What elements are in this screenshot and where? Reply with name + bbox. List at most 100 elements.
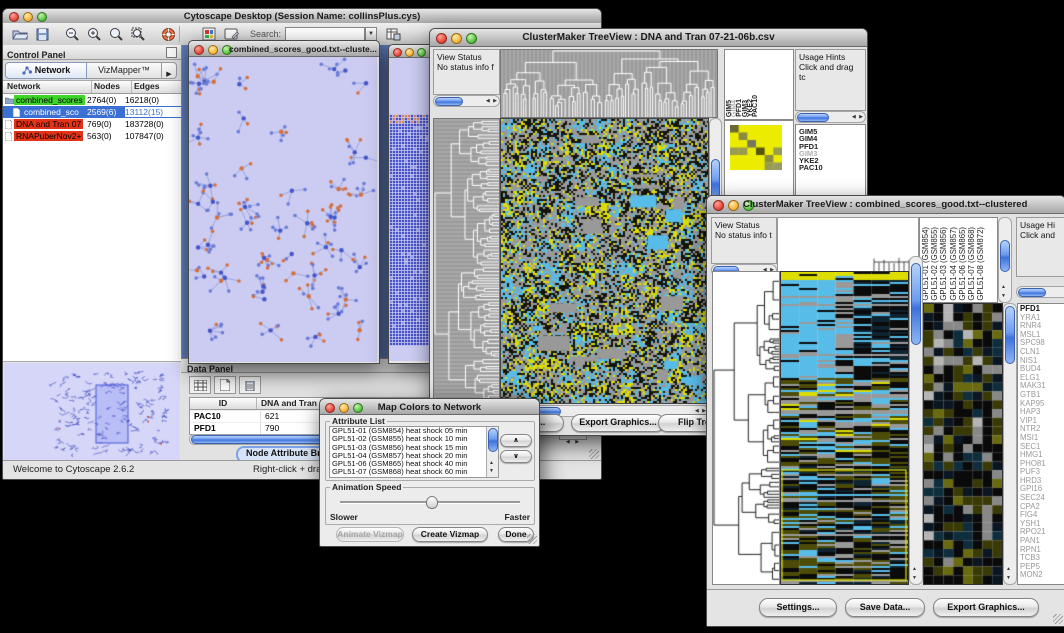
faster-label: Faster xyxy=(504,512,530,522)
attribute-list-label: Attribute List xyxy=(330,416,387,426)
treeview2-titlebar[interactable]: ClusterMaker TreeView : combined_scores_… xyxy=(707,196,1064,214)
tv1-view-status-scrollbar[interactable]: ◀ ▶ xyxy=(433,95,500,107)
search-label: Search: xyxy=(250,29,281,39)
network-nodes-count: 769(0) xyxy=(87,119,125,129)
tv1-usage-hints-scrollbar[interactable]: ◀ ▶ xyxy=(795,111,866,123)
attribute-table-icon[interactable] xyxy=(189,376,211,394)
chevron-right-icon: ▶ xyxy=(166,71,171,78)
tab-vizmapper[interactable]: VizMapper™ xyxy=(87,62,162,79)
dialog-button-create-vizmap[interactable]: Create Vizmap xyxy=(412,527,488,542)
data-panel-title: Data Panel xyxy=(181,364,233,374)
network-name: RNAPuberNov2+ xyxy=(14,131,83,141)
tv2-button-save-data[interactable]: Save Data... xyxy=(845,598,925,617)
folder-icon xyxy=(5,96,14,104)
treeview1-titlebar[interactable]: ClusterMaker TreeView : DNA and Tran 07-… xyxy=(430,29,867,47)
column-label: GPL51-03 (GSM856) xyxy=(939,227,948,301)
minimize-icon[interactable] xyxy=(405,48,414,57)
dialog-titlebar[interactable]: Map Colors to Network xyxy=(320,399,539,415)
scroll-left-icon: ◀ xyxy=(566,439,571,445)
zoom-window-icon[interactable] xyxy=(417,48,426,57)
scroll-up-icon: ▲ xyxy=(1001,283,1007,292)
animation-speed-slider[interactable] xyxy=(340,501,520,504)
column-label: PAC10 xyxy=(753,95,758,117)
tv1-minimap-heatmap[interactable] xyxy=(730,125,782,170)
tv2-usage-hints: Usage HiClick and xyxy=(1016,217,1064,277)
attribute-list-groupbox: Attribute List GPL51-01 (GSM854) heat sh… xyxy=(325,421,535,481)
main-titlebar[interactable]: Cytoscape Desktop (Session Name: collins… xyxy=(3,9,601,24)
network-view-2-canvas[interactable] xyxy=(389,57,433,361)
zoom-in-icon[interactable] xyxy=(83,25,105,44)
tv2-resize-grip[interactable] xyxy=(1053,614,1063,624)
network-view-titlebar[interactable]: combined_scores_good.txt--cluste... xyxy=(189,41,379,57)
tv2-gene-scrollbar[interactable]: ▲ ▼ xyxy=(1003,303,1017,585)
tv2-heatmap[interactable] xyxy=(780,271,909,585)
scroll-down-icon: ▼ xyxy=(489,467,495,476)
tv1-view-status: View StatusNo status info f xyxy=(433,49,500,95)
tv2-zoom-heatmap[interactable] xyxy=(923,303,1003,585)
network-view-canvas[interactable] xyxy=(189,56,377,362)
row-label: PAC10 xyxy=(799,164,865,171)
network-row[interactable]: combined_sco2569(6)13112(15) xyxy=(3,106,181,118)
save-icon[interactable] xyxy=(31,25,53,44)
tab-overflow-chevron[interactable]: ▶ xyxy=(162,62,177,79)
tab-network[interactable]: Network xyxy=(5,62,87,79)
tv2-button-export-graphics[interactable]: Export Graphics... xyxy=(933,598,1039,617)
zoom-fit-icon[interactable] xyxy=(127,25,149,44)
zoom-out-icon[interactable] xyxy=(61,25,83,44)
treeview2-window: ClusterMaker TreeView : combined_scores_… xyxy=(706,195,1064,627)
network-tab-icon xyxy=(22,66,32,75)
status-welcome: Welcome to Cytoscape 2.6.2 xyxy=(13,464,134,475)
network-nodes-count: 563(0) xyxy=(87,131,125,141)
tv2-column-labels-scrollbar[interactable]: ▲ ▼ xyxy=(998,217,1012,303)
open-file-icon[interactable] xyxy=(9,25,31,44)
control-panel-tabs: Network VizMapper™ ▶ xyxy=(3,60,181,81)
tv1-column-dendrogram[interactable] xyxy=(500,49,718,118)
network-table-header: Network Nodes Edges xyxy=(3,81,181,94)
import-table-icon[interactable] xyxy=(383,25,405,44)
network-row[interactable]: RNAPuberNov2+ 563(0)107847(0) xyxy=(3,130,181,142)
float-panel-icon[interactable] xyxy=(166,47,177,58)
tv2-view-status: View StatusNo status info t xyxy=(711,217,777,264)
document-icon xyxy=(5,120,14,128)
network-row[interactable]: combined_scores2764(0)16218(0) xyxy=(3,94,181,106)
tv2-button-settings[interactable]: Settings... xyxy=(759,598,837,617)
attribute-list-item[interactable]: GPL51-07 (GSM868) heat shock 60 min xyxy=(330,468,498,476)
tv1-heatmap[interactable] xyxy=(500,118,709,404)
network-overview-thumbnail[interactable] xyxy=(4,363,180,463)
new-attribute-icon[interactable] xyxy=(214,376,236,394)
minimize-icon[interactable] xyxy=(208,45,218,55)
delete-attribute-trash-icon[interactable] xyxy=(239,376,261,394)
move-attribute-down-button[interactable]: ∨ xyxy=(500,450,532,463)
scroll-right-icon: ▶ xyxy=(575,439,580,445)
slider-thumb[interactable] xyxy=(426,496,438,509)
dialog-resize-grip[interactable] xyxy=(527,534,537,544)
scroll-down-icon: ▼ xyxy=(1006,574,1012,583)
main-resize-grip[interactable] xyxy=(589,449,599,459)
network-edges-count: 107847(0) xyxy=(125,131,181,141)
treeview1-title: ClusterMaker TreeView : DNA and Tran 07-… xyxy=(430,32,867,43)
column-label: GPL51-06 (GSM865) xyxy=(958,227,967,301)
scroll-up-icon: ▲ xyxy=(1006,565,1012,574)
zoom-selected-icon[interactable] xyxy=(105,25,127,44)
close-icon[interactable] xyxy=(393,48,402,57)
close-icon[interactable] xyxy=(194,45,204,55)
tv2-heatmap-vscrollbar[interactable]: ▲ ▼ xyxy=(909,256,923,585)
dialog-button-animate-vizmap[interactable]: Animate Vizmap xyxy=(336,527,404,542)
desktop: Cytoscape Desktop (Session Name: collins… xyxy=(0,0,1064,633)
close-icon[interactable] xyxy=(713,200,724,211)
tv2-gene-labels-panel: PFD1YRA1RNR4MSL1SPC98CLN1NIS1BUD4ELG1MAK… xyxy=(1017,303,1064,585)
attribute-listbox[interactable]: GPL51-01 (GSM854) heat shock 05 minGPL51… xyxy=(329,426,499,478)
document-icon xyxy=(13,108,22,116)
network-nodes-count: 2569(6) xyxy=(87,107,125,117)
tv1-row-dendrogram[interactable] xyxy=(433,118,500,404)
minimize-icon[interactable] xyxy=(728,200,739,211)
network-edges-count: 16218(0) xyxy=(125,95,181,105)
move-attribute-up-button[interactable]: ∧ xyxy=(500,434,532,447)
column-label: GPL51-07 (GSM868) xyxy=(967,227,976,301)
tv1-button-export-graphics[interactable]: Export Graphics... xyxy=(571,414,665,432)
tv2-usage-hints-scrollbar[interactable] xyxy=(1016,286,1064,298)
tv2-row-dendrogram[interactable] xyxy=(712,271,780,585)
tv2-column-dendrogram-panel xyxy=(777,217,919,277)
network-row[interactable]: DNA and Tran 07769(0)183728(0) xyxy=(3,118,181,130)
help-lifebuoy-icon[interactable] xyxy=(157,25,179,44)
